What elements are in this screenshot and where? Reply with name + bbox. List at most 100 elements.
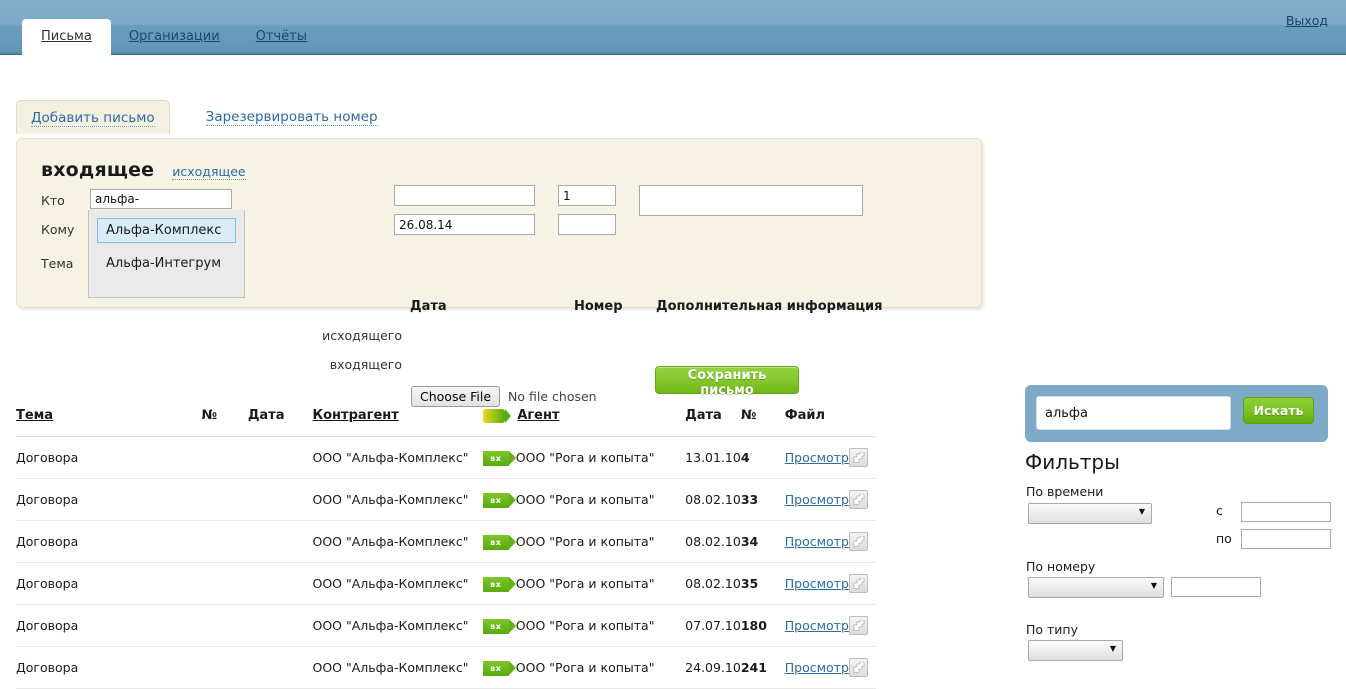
cell-file: Просмотр [784,436,849,479]
open-in-new-window-icon[interactable] [848,532,868,551]
table-header-row: Тема № Дата Контрагент Агент Дата № Файл [16,408,876,437]
table-row: Договора ООО "Альфа-Комплекс" вх ООО "Рога … [16,520,876,563]
view-file-link[interactable]: Просмотр [785,534,849,549]
direction-outgoing-link[interactable]: исходящее [172,164,246,180]
cell-actions[interactable] [848,562,876,605]
label-incoming: входящего [329,357,402,372]
incoming-badge-icon: вх [482,576,516,592]
autocomplete-option-alfa-kompleks[interactable]: Альфа-Комплекс [97,218,236,243]
tab-pisma[interactable]: Письма [22,19,111,58]
sort-counterparty[interactable]: Контрагент [313,408,399,423]
sort-tema[interactable]: Тема [16,408,53,423]
extra-info-textarea[interactable] [639,185,863,216]
th-date2: Дата [685,408,741,437]
open-in-new-window-icon[interactable] [848,658,868,677]
cell-tema: Договора [16,436,202,479]
tab-organizatsii[interactable]: Организации [111,19,238,56]
cell-no [201,436,248,479]
incoming-badge-icon: вх [482,660,516,676]
cell-num2: 241 [740,646,785,689]
th-no: № [201,408,248,437]
cell-date2: 08.02.10 [685,478,741,521]
logout-link[interactable]: Выход [1286,13,1328,28]
cell-tema: Договора [16,520,202,563]
cell-actions[interactable] [848,646,876,689]
cell-agent: вх ООО "Рога и копыта" [482,436,686,479]
table-body: Договора ООО "Альфа-Комплекс" вх ООО "Рога … [16,436,876,689]
cell-tema: Договора [16,646,202,689]
cell-tema: Договора [16,478,202,521]
cell-agent: вх ООО "Рога и копыта" [482,646,686,689]
autocomplete-option-alfa-integrum[interactable]: Альфа-Интегрум [97,251,236,276]
number-incoming-input[interactable] [558,214,616,235]
filter-to-label: по [1216,531,1232,546]
cell-date [247,436,313,479]
open-in-new-window-icon[interactable] [848,448,868,467]
view-file-link[interactable]: Просмотр [785,618,849,633]
cell-date2: 13.01.10 [685,436,741,479]
cell-date [247,604,313,647]
cell-actions[interactable] [848,604,876,647]
direction-active-label: входящее [41,159,155,181]
cell-actions[interactable] [848,520,876,563]
th-num2: № [740,408,785,437]
view-file-link[interactable]: Просмотр [785,660,849,675]
incoming-badge-icon: вх [482,492,516,508]
agent-sort-badge-icon [482,408,511,423]
open-in-new-window-icon[interactable] [848,616,868,635]
date-outgoing-input[interactable] [394,185,535,206]
filter-time-select[interactable] [1028,503,1152,524]
th-agent: Агент [482,408,686,437]
view-file-link[interactable]: Просмотр [785,492,849,507]
cell-counterparty: ООО "Альфа-Комплекс" [312,646,483,689]
sub-tab-list: Добавить письмо Зарезервировать номер [16,100,392,134]
filter-number-select[interactable] [1028,577,1164,598]
cell-date2: 08.02.10 [685,562,741,605]
cell-file: Просмотр [784,478,849,521]
cell-no [201,604,248,647]
view-file-link[interactable]: Просмотр [785,576,849,591]
filter-from-input[interactable] [1241,502,1331,522]
subtab-add-letter-container[interactable]: Добавить письмо [16,100,170,134]
sort-agent[interactable]: Агент [517,408,559,423]
table-row: Договора ООО "Альфа-Комплекс" вх ООО "Рога … [16,436,876,479]
kto-input[interactable] [90,189,232,209]
filter-number-input[interactable] [1171,577,1261,597]
cell-actions[interactable] [848,436,876,479]
filter-to-input[interactable] [1241,529,1331,549]
incoming-badge-icon: вх [482,450,516,466]
save-letter-button[interactable]: Сохранить письмо [655,366,799,398]
cell-counterparty: ООО "Альфа-Комплекс" [312,478,483,521]
tab-otchety[interactable]: Отчёты [238,19,325,56]
open-in-new-window-icon[interactable] [848,490,868,509]
cell-counterparty: ООО "Альфа-Комплекс" [312,520,483,563]
date-incoming-input[interactable] [394,214,535,235]
column-header-number: Номер [574,299,623,314]
label-kto: Кто [41,193,65,208]
subtab-add-letter[interactable]: Добавить письмо [31,110,155,127]
filter-type-label: По типу [1026,622,1078,637]
cell-num2: 33 [740,478,785,521]
incoming-badge-icon: вх [482,618,516,634]
subtab-reserve-number-container[interactable]: Зарезервировать номер [192,100,392,133]
cell-tema: Договора [16,562,202,605]
cell-date2: 07.07.10 [685,604,741,647]
autocomplete-dropdown[interactable]: Альфа-Комплекс Альфа-Интегрум [88,210,245,298]
cell-num2: 180 [740,604,785,647]
choose-file-button[interactable]: Choose File [411,386,501,407]
cell-actions[interactable] [848,478,876,521]
filters-title: Фильтры [1025,450,1120,474]
number-outgoing-input[interactable] [558,185,616,206]
search-input[interactable] [1036,396,1231,430]
open-in-new-window-icon[interactable] [848,574,868,593]
letters-results-table: Тема № Дата Контрагент Агент Дата № Файл… [16,408,876,689]
subtab-reserve-number[interactable]: Зарезервировать номер [205,109,378,126]
top-navigation-bar: Письма Организации Отчёты Выход [0,0,1346,58]
search-button[interactable]: Искать [1243,397,1314,424]
filter-type-select[interactable] [1028,640,1123,661]
view-file-link[interactable]: Просмотр [785,450,849,465]
cell-num2: 35 [740,562,785,605]
cell-agent: вх ООО "Рога и копыта" [482,520,686,563]
search-panel: Искать [1025,385,1328,442]
label-komu: Кому [41,222,75,237]
